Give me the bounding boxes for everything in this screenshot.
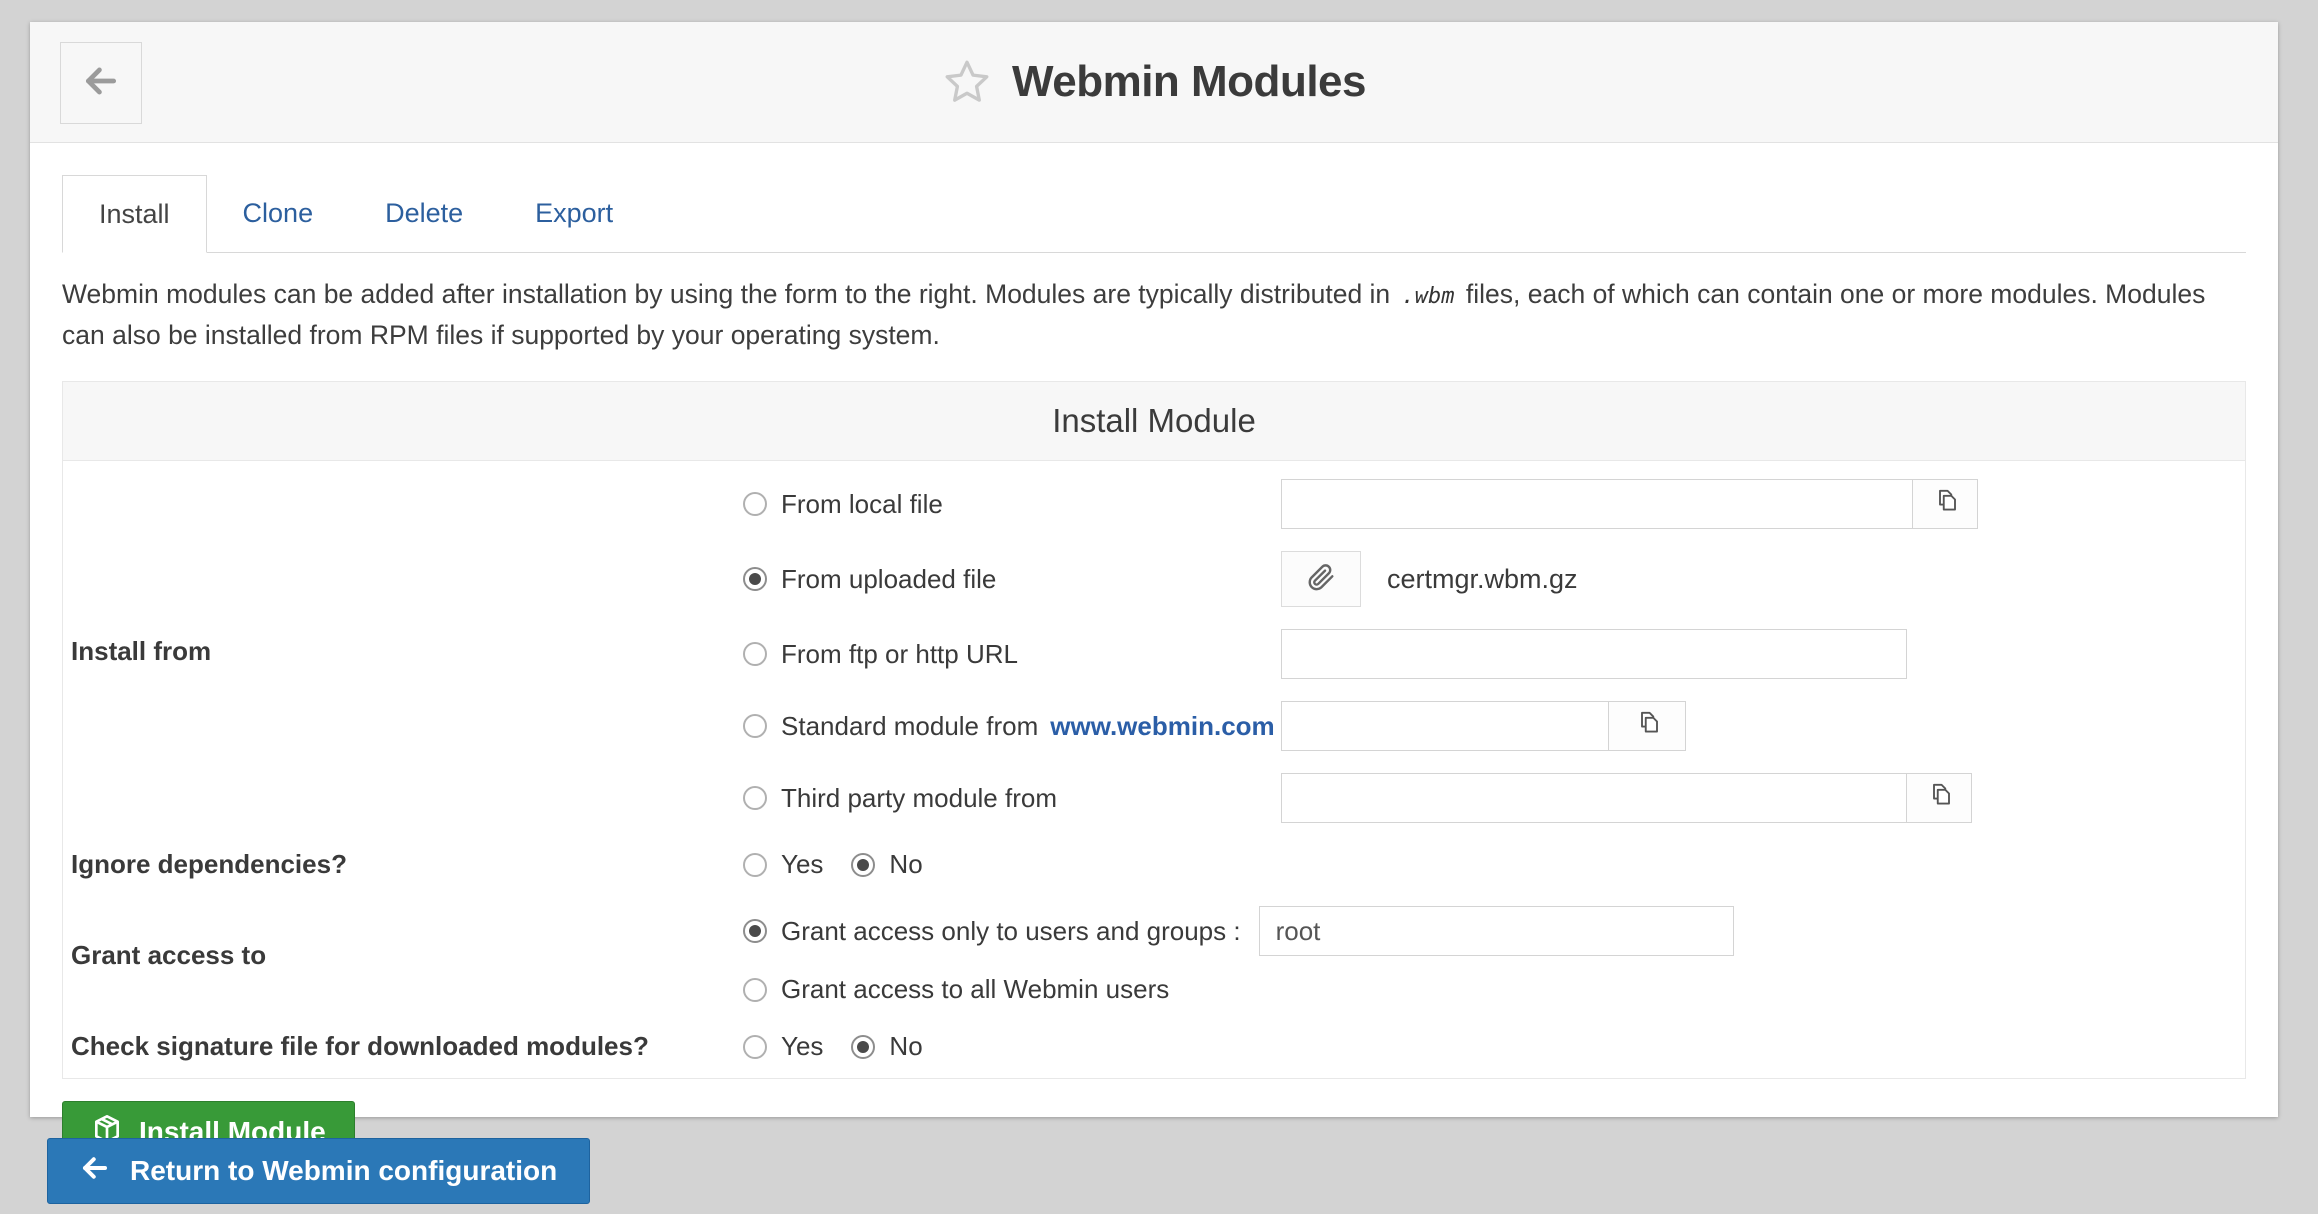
radio-label: Yes	[781, 849, 823, 880]
standard-module-input[interactable]	[1281, 701, 1609, 751]
option-from-uploaded-file: From uploaded file certmgr.wbm.gz	[743, 551, 1978, 607]
option-from-local-file: From local file	[743, 479, 1978, 529]
copy-files-icon	[1924, 781, 1954, 816]
install-module-panel: Install Module Install from From local f…	[62, 381, 2246, 1079]
form-row-ignore-dependencies: Ignore dependencies? Yes No	[71, 849, 2237, 880]
tab-bar: Install Clone Delete Export	[62, 175, 2246, 253]
radio-label: From local file	[781, 489, 943, 520]
radio-label: Third party module from	[781, 783, 1057, 814]
option-grant-users-groups: Grant access only to users and groups :	[743, 906, 1734, 956]
radio-standard-module[interactable]	[743, 714, 767, 738]
radio-ignore-deps-no[interactable]	[851, 853, 875, 877]
local-file-input[interactable]	[1281, 479, 1913, 529]
option-caption: Grant access to all Webmin users	[743, 974, 1169, 1005]
return-to-webmin-configuration-button[interactable]: Return to Webmin configuration	[47, 1138, 590, 1204]
radio-label: From uploaded file	[781, 564, 996, 595]
tab-clone[interactable]: Clone	[207, 175, 350, 252]
copy-files-icon	[1632, 709, 1662, 744]
third-party-chooser-button[interactable]	[1906, 773, 1972, 823]
intro-paragraph: Webmin modules can be added after instal…	[62, 275, 2246, 355]
form-row-check-signature: Check signature file for downloaded modu…	[71, 1031, 2237, 1062]
option-third-party-module: Third party module from	[743, 773, 1978, 823]
upload-file-button[interactable]	[1281, 551, 1361, 607]
back-arrow-icon	[80, 1153, 110, 1190]
panel-title: Install Module	[63, 382, 2245, 461]
yes-option: Yes	[743, 849, 823, 880]
radio-from-url[interactable]	[743, 642, 767, 666]
radio-third-party-module[interactable]	[743, 786, 767, 810]
option-caption: From ftp or http URL	[743, 639, 1281, 670]
no-option: No	[851, 1031, 922, 1062]
option-standard-module: Standard module from www.webmin.com	[743, 701, 1978, 751]
radio-label: No	[889, 849, 922, 880]
option-caption: Grant access only to users and groups :	[743, 916, 1241, 947]
radio-label: Grant access only to users and groups :	[781, 916, 1241, 947]
option-caption: From local file	[743, 489, 1281, 520]
ignore-dependencies-options: Yes No	[743, 849, 923, 880]
url-input[interactable]	[1281, 629, 1907, 679]
option-caption: From uploaded file	[743, 564, 1281, 595]
page-title: Webmin Modules	[1012, 57, 1366, 107]
option-caption: Standard module from www.webmin.com	[743, 711, 1281, 742]
radio-label: Grant access to all Webmin users	[781, 974, 1169, 1005]
webmin-com-link[interactable]: www.webmin.com	[1050, 711, 1274, 742]
radio-from-local-file[interactable]	[743, 492, 767, 516]
tab-delete[interactable]: Delete	[349, 175, 499, 252]
radio-ignore-deps-yes[interactable]	[743, 853, 767, 877]
copy-files-icon	[1930, 487, 1960, 522]
form-row-install-from: Install from From local file	[71, 479, 2237, 823]
ignore-dependencies-label: Ignore dependencies?	[71, 849, 743, 880]
radio-label: No	[889, 1031, 922, 1062]
radio-grant-all-users[interactable]	[743, 978, 767, 1002]
tab-install[interactable]: Install	[62, 175, 207, 253]
uploaded-file-name: certmgr.wbm.gz	[1387, 564, 1578, 595]
back-button[interactable]	[60, 42, 142, 124]
third-party-input[interactable]	[1281, 773, 1907, 823]
check-signature-label: Check signature file for downloaded modu…	[71, 1031, 743, 1062]
grant-access-label: Grant access to	[71, 906, 743, 1005]
check-signature-options: Yes No	[743, 1031, 923, 1062]
star-outline-icon[interactable]	[942, 57, 992, 107]
standard-module-chooser-button[interactable]	[1608, 701, 1686, 751]
radio-from-uploaded-file[interactable]	[743, 567, 767, 591]
standard-module-input-group	[1281, 701, 1686, 751]
yes-option: Yes	[743, 1031, 823, 1062]
intro-code-wbm: .wbm	[1398, 284, 1459, 309]
no-option: No	[851, 849, 922, 880]
back-arrow-icon	[82, 62, 120, 105]
radio-check-signature-no[interactable]	[851, 1035, 875, 1059]
radio-check-signature-yes[interactable]	[743, 1035, 767, 1059]
radio-grant-users-groups[interactable]	[743, 919, 767, 943]
users-groups-input[interactable]	[1259, 906, 1734, 956]
title-group: Webmin Modules	[942, 57, 1366, 107]
tab-export[interactable]: Export	[499, 175, 649, 252]
option-caption: Third party module from	[743, 783, 1281, 814]
option-grant-all-users: Grant access to all Webmin users	[743, 974, 1734, 1005]
third-party-input-group	[1281, 773, 1972, 823]
panel-body: Install from From local file	[63, 461, 2245, 1078]
paperclip-icon	[1305, 561, 1337, 598]
main-card: Webmin Modules Install Clone Delete Expo…	[30, 22, 2278, 1117]
radio-label: Yes	[781, 1031, 823, 1062]
return-button-label: Return to Webmin configuration	[130, 1155, 557, 1187]
radio-label: Standard module from	[781, 711, 1038, 742]
option-from-url: From ftp or http URL	[743, 629, 1978, 679]
radio-label: From ftp or http URL	[781, 639, 1018, 670]
page-header: Webmin Modules	[30, 22, 2278, 143]
intro-text-before: Webmin modules can be added after instal…	[62, 279, 1398, 309]
grant-access-options: Grant access only to users and groups : …	[743, 906, 1734, 1005]
install-from-options: From local file	[743, 479, 1978, 823]
form-row-grant-access: Grant access to Grant access only to use…	[71, 906, 2237, 1005]
install-from-label: Install from	[71, 479, 743, 823]
page-body: Install Clone Delete Export Webmin modul…	[30, 143, 2278, 1195]
local-file-chooser-button[interactable]	[1912, 479, 1978, 529]
local-file-input-group	[1281, 479, 1978, 529]
